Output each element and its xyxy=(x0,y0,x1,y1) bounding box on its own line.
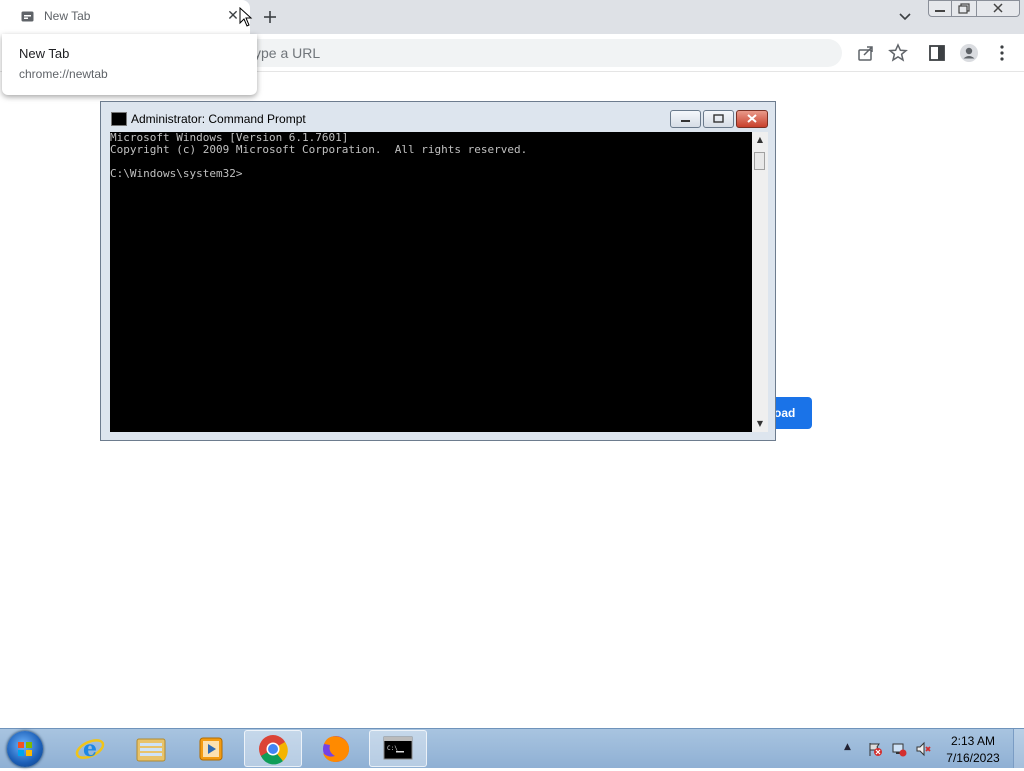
cmd-window-icon xyxy=(111,112,127,126)
maximize-icon xyxy=(713,114,724,123)
tab-search-chevron-down-icon[interactable] xyxy=(896,9,914,25)
window-minimize-button[interactable] xyxy=(928,0,952,17)
tab-hover-card: New Tab chrome://newtab xyxy=(2,34,257,95)
firefox-icon xyxy=(323,736,350,762)
close-x-icon xyxy=(993,3,1003,13)
cmd-close-button[interactable] xyxy=(736,110,768,128)
svg-text:e: e xyxy=(83,736,97,762)
console-output[interactable]: Microsoft Windows [Version 6.1.7601] Cop… xyxy=(110,132,752,432)
window-restore-button[interactable] xyxy=(951,0,977,17)
scroll-up-arrow-icon[interactable]: ▲ xyxy=(752,132,768,148)
new-tab-plus-icon[interactable] xyxy=(259,6,281,28)
taskbar-firefox[interactable] xyxy=(306,730,364,767)
cmd-window-title: Administrator: Command Prompt xyxy=(131,112,306,126)
new-tab-favicon-icon xyxy=(21,11,34,22)
hover-card-url: chrome://newtab xyxy=(19,67,108,81)
chrome-icon xyxy=(259,735,288,765)
taskbar-command-prompt[interactable]: C:\ xyxy=(369,730,427,767)
restore-icon xyxy=(958,3,970,14)
windows-logo-icon xyxy=(18,742,32,756)
show-hidden-icons-arrow-icon[interactable]: ▲ xyxy=(844,742,860,758)
action-center-flag-icon[interactable] xyxy=(867,741,883,757)
command-prompt-icon: C:\ xyxy=(383,736,413,760)
file-explorer-icon xyxy=(136,738,166,762)
window-close-button[interactable] xyxy=(976,0,1020,17)
taskbar-file-explorer[interactable] xyxy=(122,730,180,767)
close-x-icon xyxy=(747,114,757,123)
hover-card-title: New Tab xyxy=(19,46,70,61)
scroll-thumb[interactable] xyxy=(754,152,765,170)
taskbar-chrome[interactable] xyxy=(244,730,302,767)
tab-strip: New Tab ✕ xyxy=(0,0,1024,34)
cmd-minimize-button[interactable] xyxy=(670,110,701,128)
minimize-icon xyxy=(681,120,690,122)
console-text: Microsoft Windows [Version 6.1.7601] Cop… xyxy=(110,131,528,180)
tab-new-tab[interactable]: New Tab ✕ xyxy=(0,0,250,34)
svg-text:C:\: C:\ xyxy=(387,745,398,752)
side-panel-icon[interactable] xyxy=(927,43,947,63)
profile-avatar-icon[interactable] xyxy=(959,43,979,63)
start-button[interactable] xyxy=(7,731,43,767)
console-scrollbar[interactable]: ▲ ▼ xyxy=(752,132,768,432)
internet-explorer-icon: e xyxy=(75,736,105,762)
clock-time[interactable]: 2:13 AM xyxy=(930,734,1016,748)
command-prompt-window[interactable]: Administrator: Command Prompt Microsoft … xyxy=(100,101,776,441)
volume-muted-icon[interactable] xyxy=(915,741,931,757)
bookmark-star-icon[interactable] xyxy=(888,43,908,63)
scroll-down-arrow-icon[interactable]: ▼ xyxy=(752,416,768,432)
cmd-maximize-button[interactable] xyxy=(703,110,734,128)
mouse-cursor-icon xyxy=(239,7,253,27)
share-icon[interactable] xyxy=(856,43,876,63)
kebab-menu-icon[interactable] xyxy=(992,43,1012,63)
minimize-icon xyxy=(935,10,945,12)
address-bar[interactable]: ype a URL xyxy=(238,39,842,67)
media-player-icon xyxy=(199,737,223,761)
cmd-title-bar[interactable]: Administrator: Command Prompt xyxy=(101,102,775,132)
taskbar-internet-explorer[interactable]: e xyxy=(61,730,119,767)
show-desktop-button[interactable] xyxy=(1013,729,1024,768)
taskbar-media-player[interactable] xyxy=(183,730,241,767)
network-icon[interactable] xyxy=(891,741,907,757)
clock-date[interactable]: 7/16/2023 xyxy=(930,751,1016,765)
tab-title: New Tab xyxy=(44,9,91,23)
windows-taskbar: e C:\ ▲ 2:13 AM 7/16/2023 xyxy=(0,728,1024,768)
address-bar-placeholder: ype a URL xyxy=(254,45,321,61)
